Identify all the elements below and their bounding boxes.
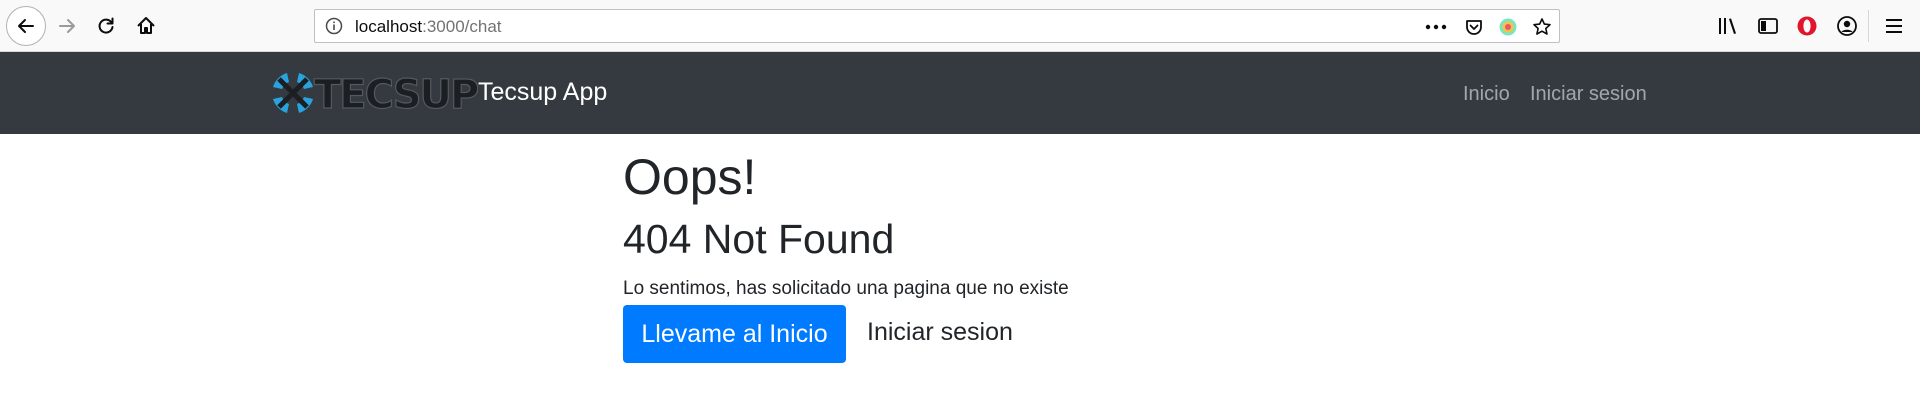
reload-button[interactable] xyxy=(88,8,124,44)
app-menu-button[interactable] xyxy=(1882,14,1906,38)
address-bar[interactable]: localhost:3000/chat xyxy=(314,9,1560,43)
bookmark-button[interactable] xyxy=(1531,16,1553,38)
opera-button[interactable] xyxy=(1795,14,1819,38)
go-home-button[interactable]: Llevame al Inicio xyxy=(623,305,846,363)
pocket-button[interactable] xyxy=(1463,16,1485,38)
opera-icon xyxy=(1797,16,1817,36)
page-title: Oops! xyxy=(623,149,757,205)
page-actions-button[interactable] xyxy=(1425,16,1447,38)
account-icon xyxy=(1837,16,1857,36)
url-path: :3000/chat xyxy=(422,17,502,36)
error-message: Lo sentimos, has solicitado una pagina q… xyxy=(623,278,1069,299)
brand-title[interactable]: Tecsup App xyxy=(478,78,607,107)
sidebar-icon xyxy=(1758,18,1778,34)
home-icon xyxy=(137,17,155,34)
tecsup-logo[interactable]: TECSUP xyxy=(266,66,481,120)
account-button[interactable] xyxy=(1835,14,1859,38)
extension-icon xyxy=(1499,18,1517,36)
nav-link-iniciar-sesion[interactable]: Iniciar sesion xyxy=(1530,83,1647,106)
reload-icon xyxy=(98,17,114,34)
menu-icon xyxy=(1886,19,1902,33)
library-icon xyxy=(1719,18,1736,34)
star-icon xyxy=(1533,18,1551,35)
home-button[interactable] xyxy=(128,8,164,44)
url-host: localhost xyxy=(355,17,423,36)
url-text[interactable]: localhost:3000/chat xyxy=(355,17,502,37)
forward-arrow-icon xyxy=(59,19,75,33)
library-button[interactable] xyxy=(1716,14,1740,38)
logo-text: TECSUP xyxy=(314,72,478,118)
nav-link-inicio[interactable]: Inicio xyxy=(1463,83,1510,106)
pocket-icon xyxy=(1466,20,1482,35)
error-subtitle: 404 Not Found xyxy=(623,216,895,262)
app-navbar: TECSUP Tecsup App Inicio Iniciar sesion xyxy=(0,52,1920,134)
info-icon[interactable] xyxy=(325,17,343,35)
back-arrow-icon xyxy=(18,19,34,33)
extension-button[interactable] xyxy=(1497,16,1519,38)
back-button[interactable] xyxy=(6,6,46,46)
forward-button[interactable] xyxy=(49,8,85,44)
more-icon xyxy=(1425,24,1447,30)
tecsup-logo-icon: TECSUP xyxy=(273,71,481,119)
toolbar-divider xyxy=(1868,10,1869,42)
login-link[interactable]: Iniciar sesion xyxy=(867,318,1013,347)
sidebar-button[interactable] xyxy=(1756,14,1780,38)
browser-toolbar: localhost:3000/chat xyxy=(0,0,1920,52)
